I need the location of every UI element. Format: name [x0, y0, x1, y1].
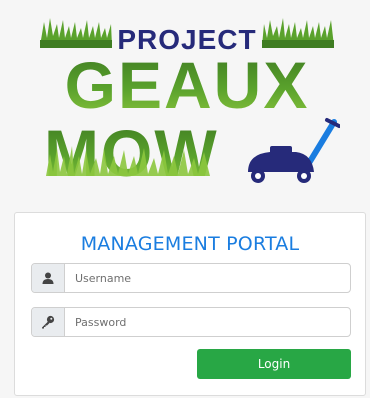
- username-field-group: [31, 263, 351, 293]
- key-icon: [32, 308, 65, 336]
- login-button[interactable]: Login: [197, 349, 351, 379]
- username-input[interactable]: [65, 264, 350, 292]
- password-field-group: [31, 307, 351, 337]
- logo-geaux-text: GEAUX: [65, 48, 310, 122]
- user-icon: [32, 264, 65, 292]
- lawn-mower-icon: [248, 118, 340, 183]
- grass-left-icon: [40, 18, 112, 48]
- project-geaux-mow-logo: PROJECT GEAUX MOW: [40, 18, 340, 186]
- portal-title: MANAGEMENT PORTAL: [80, 233, 300, 255]
- password-input[interactable]: [65, 308, 350, 336]
- login-card: MANAGEMENT PORTAL Login: [14, 212, 366, 396]
- grass-right-icon: [262, 18, 334, 48]
